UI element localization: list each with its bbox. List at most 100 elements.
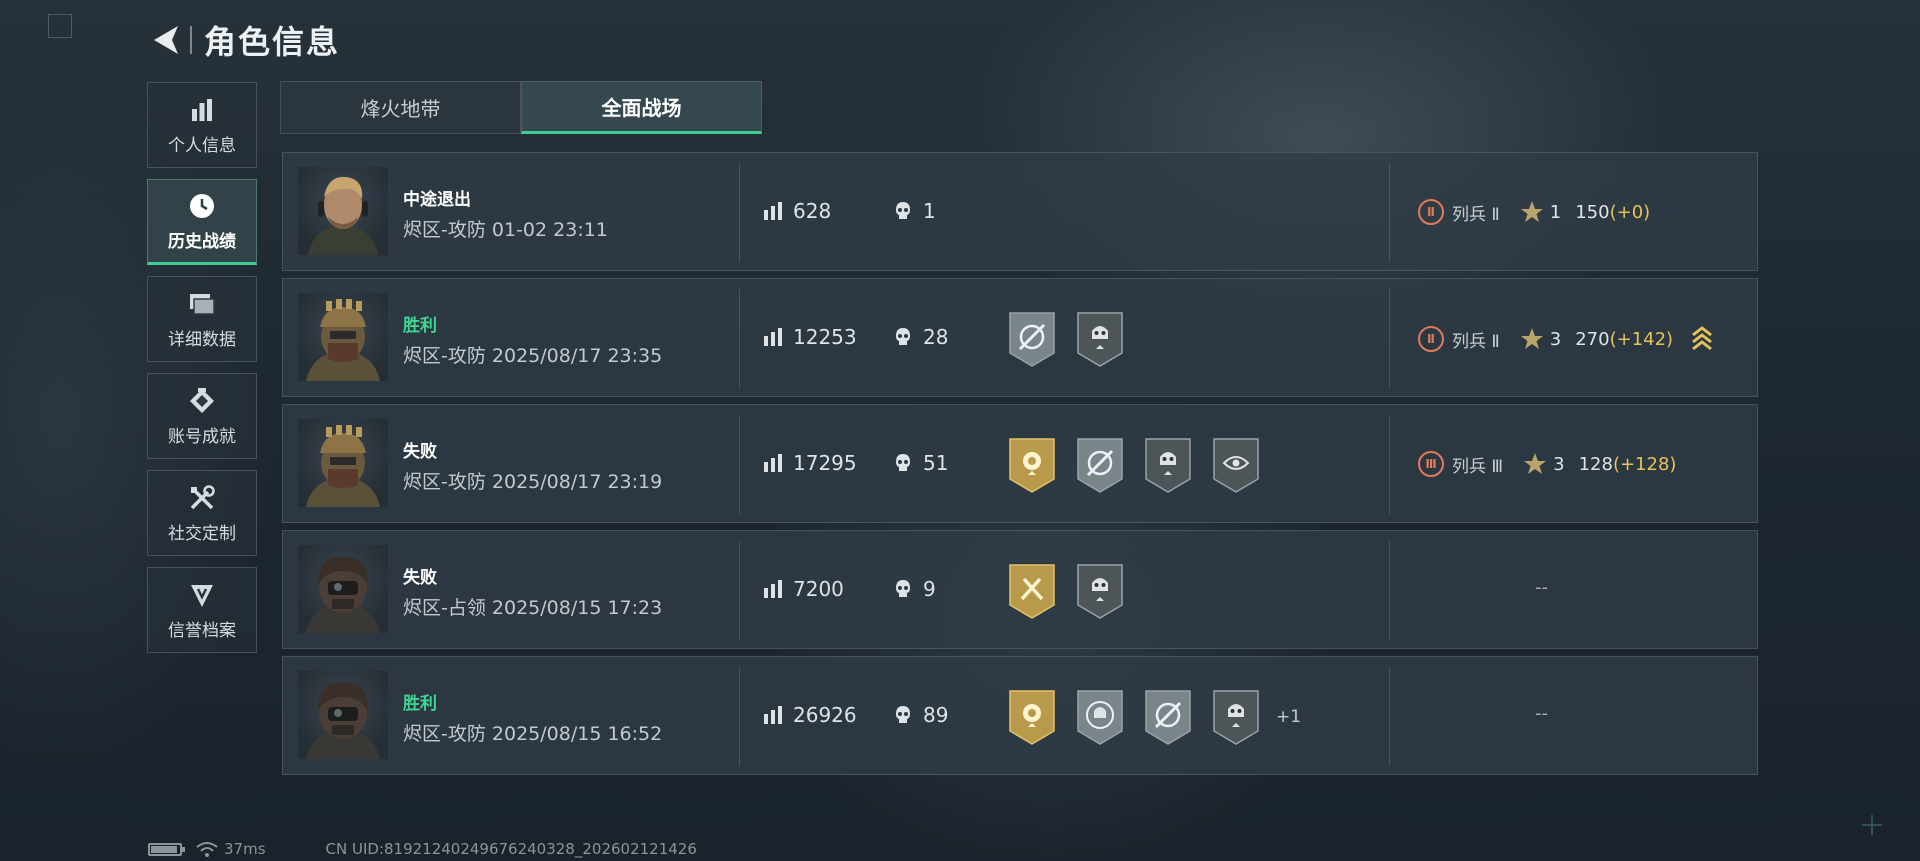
back-button[interactable] — [148, 20, 184, 60]
match-result: 失败 — [403, 568, 437, 588]
corner-frame — [48, 14, 72, 38]
score-bars-icon — [764, 706, 782, 724]
tools-icon — [187, 483, 217, 513]
match-mode-time: 烬区-占领 2025/08/15 17:23 — [403, 597, 663, 619]
ping-value: 37ms — [224, 840, 266, 858]
score-bars-icon — [764, 580, 782, 598]
score-value: 628 — [793, 199, 832, 223]
rank-points-delta: (+0) — [1609, 201, 1651, 223]
match-row[interactable]: 中途退出 烬区-攻防 01-02 23:11 628 1 Ⅱ 列兵 Ⅱ 1 150 (+0) — [282, 152, 1758, 271]
score-value: 7200 — [793, 577, 844, 601]
header-divider — [190, 26, 192, 54]
sidebar-item-achievements[interactable]: 账号成就 — [147, 373, 257, 459]
rank-empty: -- — [1535, 577, 1548, 598]
corner-crosshair-icon — [1862, 815, 1882, 835]
sidebar-item-label: 信誉档案 — [168, 620, 236, 641]
sidebar: 个人信息 历史战绩 详细数据 账号成就 社交定制 信誉档案 — [147, 82, 257, 664]
star-count: 3 — [1553, 453, 1565, 475]
tab-full-battlefield[interactable]: 全面战场 — [521, 81, 762, 134]
column-divider — [739, 415, 740, 514]
wifi-icon — [196, 842, 218, 857]
score-bars-icon — [764, 202, 782, 220]
column-divider — [1389, 541, 1390, 640]
gold-flower-badge-icon — [1009, 690, 1055, 745]
match-row[interactable]: 胜利 烬区-攻防 2025/08/15 16:52 26926 89 +1 -- — [282, 656, 1758, 775]
match-kills: 89 — [893, 703, 948, 727]
battery-icon — [148, 842, 185, 856]
operator-avatar — [298, 293, 388, 381]
gold-flower-badge-icon — [1009, 438, 1055, 493]
sidebar-item-social[interactable]: 社交定制 — [147, 470, 257, 556]
folders-icon — [187, 289, 217, 319]
column-divider — [739, 163, 740, 262]
star-count: 3 — [1549, 328, 1562, 350]
rank-emblem-icon: Ⅱ — [1418, 326, 1444, 352]
rank-emblem-icon: Ⅱ — [1418, 199, 1444, 225]
crosshair-badge-icon — [1145, 690, 1191, 745]
tab-warzone[interactable]: 烽火地带 — [280, 81, 521, 134]
match-badges: +1 — [1006, 687, 1301, 747]
match-mode-time: 烬区-攻防 2025/08/17 23:35 — [403, 345, 663, 367]
rank-up-chevrons-icon — [1692, 326, 1712, 351]
skull-icon — [896, 454, 910, 471]
match-row[interactable]: 失败 烬区-攻防 2025/08/17 23:19 17295 51 Ⅲ 列兵 Ⅲ 3 128… — [282, 404, 1758, 523]
clock-icon — [187, 191, 217, 221]
match-score: 7200 — [763, 577, 844, 601]
sidebar-item-label: 账号成就 — [168, 426, 236, 447]
rank-info: Ⅱ 列兵 Ⅱ 3 270 (+142) — [1418, 325, 1713, 353]
match-result: 胜利 — [403, 694, 437, 714]
score-value: 17295 — [793, 451, 857, 475]
star-count: 1 — [1549, 201, 1562, 223]
skull-icon — [896, 328, 910, 345]
match-result: 胜利 — [403, 316, 437, 336]
page-title: 角色信息 — [204, 23, 341, 61]
score-value: 12253 — [793, 325, 857, 349]
rank-emblem-icon: Ⅲ — [1418, 451, 1444, 477]
match-result: 失败 — [403, 442, 437, 462]
match-kills: 1 — [893, 199, 936, 223]
bar-chart-icon — [187, 95, 217, 125]
match-row[interactable]: 胜利 烬区-攻防 2025/08/17 23:35 12253 28 Ⅱ 列兵 Ⅱ 3 270… — [282, 278, 1758, 397]
eye-badge-icon — [1213, 438, 1259, 493]
sidebar-item-detailed-data[interactable]: 详细数据 — [147, 276, 257, 362]
operator-avatar — [298, 167, 388, 255]
skull-badge-icon — [1145, 438, 1191, 493]
more-badges-count: +1 — [1276, 707, 1302, 727]
back-arrow-icon — [154, 26, 178, 54]
rank-points-delta: (+128) — [1612, 453, 1677, 475]
sidebar-item-history[interactable]: 历史战绩 — [147, 179, 257, 265]
rank-empty: -- — [1535, 703, 1548, 724]
rank-points: 270 — [1575, 328, 1610, 350]
star-icon — [1524, 453, 1547, 474]
operator-avatar — [298, 419, 388, 507]
column-divider — [1389, 667, 1390, 766]
rank-points: 128 — [1578, 453, 1613, 475]
match-kills: 28 — [893, 325, 948, 349]
score-bars-icon — [764, 454, 782, 472]
sidebar-item-label: 个人信息 — [168, 135, 236, 156]
rank-points: 150 — [1575, 201, 1610, 223]
column-divider — [739, 289, 740, 388]
sidebar-item-personal-info[interactable]: 个人信息 — [147, 82, 257, 168]
match-score: 26926 — [763, 703, 857, 727]
reputation-icon — [187, 580, 217, 610]
match-badges — [1006, 435, 1278, 495]
rank-info: Ⅱ 列兵 Ⅱ 1 150 (+0) — [1418, 199, 1650, 225]
rank-info: Ⅲ 列兵 Ⅲ 3 128 (+128) — [1418, 451, 1676, 477]
match-score: 12253 — [763, 325, 857, 349]
match-badges — [1006, 561, 1142, 621]
kills-value: 9 — [923, 577, 936, 601]
match-score: 17295 — [763, 451, 857, 475]
skull-badge-icon — [1213, 690, 1259, 745]
column-divider — [739, 541, 740, 640]
match-result: 中途退出 — [403, 190, 471, 210]
skull-icon — [896, 580, 910, 597]
match-row[interactable]: 失败烬区-占领 2025/08/15 17:23 7200 9 -- — [282, 530, 1758, 649]
sidebar-item-label: 社交定制 — [168, 523, 236, 544]
column-divider — [1389, 415, 1390, 514]
star-icon — [1520, 201, 1543, 222]
gold-axes-badge-icon — [1009, 564, 1055, 619]
kills-value: 28 — [923, 325, 949, 349]
operator-avatar — [298, 671, 388, 759]
sidebar-item-reputation[interactable]: 信誉档案 — [147, 567, 257, 653]
